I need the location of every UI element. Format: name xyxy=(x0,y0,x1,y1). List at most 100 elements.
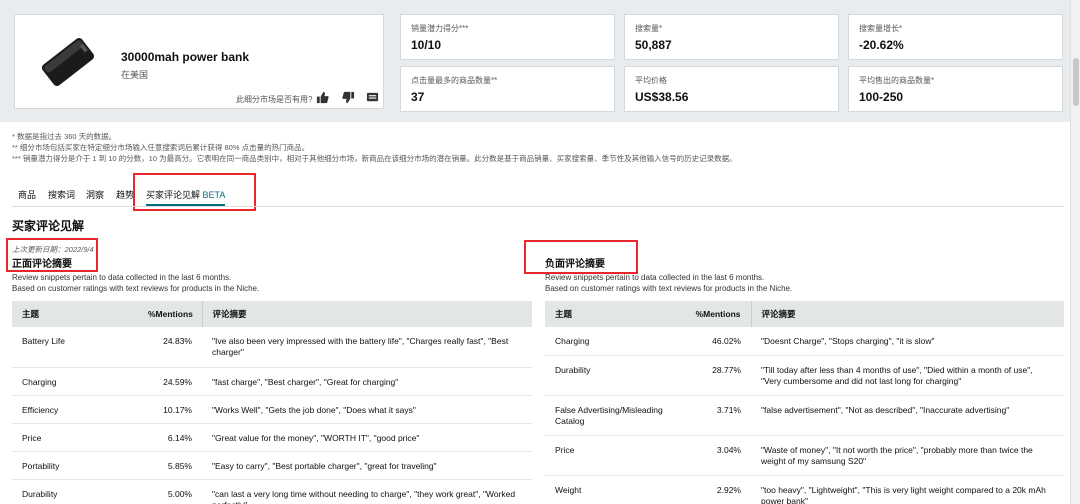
summary-cell: "Waste of money", "It not worth the pric… xyxy=(751,435,1064,476)
table-row: False Advertising/Misleading Catalog 3.7… xyxy=(545,395,1064,436)
thumbs-down-icon[interactable] xyxy=(341,90,355,104)
description-line: Review snippets pertain to data collecte… xyxy=(12,273,232,282)
scrollbar[interactable] xyxy=(1070,0,1080,504)
product-card: 30000mah power bank 在美国 此细分市场是否有用? xyxy=(14,14,384,109)
table-row: Portability 5.85% "Easy to carry", "Best… xyxy=(12,451,532,480)
metric-label: 销量潜力得分*** xyxy=(411,24,469,33)
summary-cell: "Great value for the money", "WORTH IT",… xyxy=(202,423,532,452)
metric-avg-units-sold: 平均售出的商品数量* 100-250 xyxy=(848,66,1063,112)
table-row: Battery Life 24.83% "Ive also been very … xyxy=(12,327,532,368)
col-summary: 评论摘要 xyxy=(750,301,1064,327)
table-row: Efficiency 10.17% "Works Well", "Gets th… xyxy=(12,395,532,424)
metric-value: 10/10 xyxy=(411,38,442,52)
thumbs-up-icon[interactable] xyxy=(315,90,329,104)
topic-cell: Battery Life xyxy=(12,327,138,368)
description-line: Review snippets pertain to data collecte… xyxy=(545,273,765,282)
summary-cell: "false advertisement", "Not as described… xyxy=(751,395,1064,436)
mentions-cell: 2.92% xyxy=(677,475,751,504)
topic-cell: Price xyxy=(545,435,677,476)
topic-cell: Charging xyxy=(545,327,677,356)
table-header-row: 主题 %Mentions 评论摘要 xyxy=(12,301,532,327)
metric-value: 100-250 xyxy=(859,90,904,104)
mentions-cell: 6.14% xyxy=(138,423,202,452)
tab-divider xyxy=(12,206,1064,207)
metric-label: 搜索量* xyxy=(635,24,663,33)
table-row: Durability 28.77% "Till today after less… xyxy=(545,355,1064,396)
power-bank-image xyxy=(41,37,95,87)
topic-cell: Portability xyxy=(12,451,138,480)
summary-cell: "Works Well", "Gets the job done", "Does… xyxy=(202,395,532,424)
scrollbar-thumb[interactable] xyxy=(1073,58,1079,106)
summary-cell: "Till today after less than 4 months of … xyxy=(751,355,1064,396)
section-title: 买家评论见解 xyxy=(12,219,85,233)
metric-label: 点击量最多的商品数量** xyxy=(411,76,498,85)
topic-cell: False Advertising/Misleading Catalog xyxy=(545,395,677,436)
topic-cell: Efficiency xyxy=(12,395,138,424)
mentions-cell: 28.77% xyxy=(677,355,751,396)
table-row: Charging 24.59% "fast charge", "Best cha… xyxy=(12,367,532,396)
mentions-cell: 24.59% xyxy=(138,367,202,396)
tab-search-terms[interactable]: 搜索词 xyxy=(48,188,75,201)
useful-question: 此细分市场是否有用? xyxy=(236,95,313,104)
footnote: *** 销量潜力得分是介于 1 到 10 的分数，10 为最高分。它表明在同一商… xyxy=(12,154,737,163)
metric-value: -20.62% xyxy=(859,38,904,52)
metric-label: 搜索量增长* xyxy=(859,24,903,33)
col-mentions[interactable]: %Mentions xyxy=(138,301,202,327)
table-row: Price 3.04% "Waste of money", "It not wo… xyxy=(545,435,1064,476)
mentions-cell: 10.17% xyxy=(138,395,202,424)
comment-icon[interactable] xyxy=(365,90,379,104)
description-line: Based on customer ratings with text revi… xyxy=(545,283,793,293)
mentions-cell: 46.02% xyxy=(677,327,751,356)
topic-cell: Charging xyxy=(12,367,138,396)
col-summary: 评论摘要 xyxy=(201,301,532,327)
summary-cell: "too heavy", "Lightweight", "This is ver… xyxy=(751,475,1064,504)
highlight-box-positive xyxy=(6,238,98,272)
mentions-cell: 5.00% xyxy=(138,479,202,504)
summary-cell: "Doesnt Charge", "Stops charging", "it i… xyxy=(751,327,1064,356)
topic-cell: Durability xyxy=(545,355,677,396)
footnote: ** 细分市场包括买家在特定细分市场输入任意搜索词后累计获得 80% 点击量的热… xyxy=(12,143,310,152)
mentions-cell: 5.85% xyxy=(138,451,202,480)
mentions-cell: 24.83% xyxy=(138,327,202,368)
table-header-row: 主题 %Mentions 评论摘要 xyxy=(545,301,1064,327)
metric-most-clicked: 点击量最多的商品数量** 37 xyxy=(400,66,615,112)
footnotes: * 数据是指过去 360 天的数据。 ** 细分市场包括买家在特定细分市场输入任… xyxy=(12,131,737,164)
topic-cell: Durability xyxy=(12,479,138,504)
summary-cell: "Ive also been very impressed with the b… xyxy=(202,327,532,368)
metric-search-growth: 搜索量增长* -20.62% xyxy=(848,14,1063,60)
metric-search-volume: 搜索量* 50,887 xyxy=(624,14,839,60)
mentions-cell: 3.71% xyxy=(677,395,751,436)
topic-cell: Price xyxy=(12,423,138,452)
metric-sales-potential: 销量潜力得分*** 10/10 xyxy=(400,14,615,60)
table-row: Charging 46.02% "Doesnt Charge", "Stops … xyxy=(545,327,1064,356)
col-mentions[interactable]: %Mentions xyxy=(677,301,751,327)
metric-label: 平均价格 xyxy=(635,76,667,85)
table-row: Price 6.14% "Great value for the money",… xyxy=(12,423,532,452)
negative-review-table: 主题 %Mentions 评论摘要 Charging 46.02% "Doesn… xyxy=(545,301,1064,504)
footnote: * 数据是指过去 360 天的数据。 xyxy=(12,132,117,141)
summary-cell: "fast charge", "Best charger", "Great fo… xyxy=(202,367,532,396)
topic-cell: Weight xyxy=(545,475,677,504)
col-topic[interactable]: 主题 xyxy=(12,301,138,327)
summary-cell: "can last a very long time without needi… xyxy=(202,479,532,504)
table-row: Durability 5.00% "can last a very long t… xyxy=(12,479,532,504)
table-row: Weight 2.92% "too heavy", "Lightweight",… xyxy=(545,475,1064,504)
summary-cell: "Easy to carry", "Best portable charger"… xyxy=(202,451,532,480)
positive-review-table: 主题 %Mentions 评论摘要 Battery Life 24.83% "I… xyxy=(12,301,532,504)
metric-label: 平均售出的商品数量* xyxy=(859,76,935,85)
col-topic[interactable]: 主题 xyxy=(545,301,677,327)
highlight-box-negative xyxy=(524,240,638,274)
mentions-cell: 3.04% xyxy=(677,435,751,476)
metric-value: US$38.56 xyxy=(635,90,689,104)
tab-insights[interactable]: 洞察 xyxy=(86,188,104,201)
description-line: Based on customer ratings with text revi… xyxy=(12,283,260,293)
product-region: 在美国 xyxy=(121,70,149,80)
tab-trends[interactable]: 趋势 xyxy=(116,188,134,201)
tab-products[interactable]: 商品 xyxy=(18,188,36,201)
metric-value: 50,887 xyxy=(635,38,672,52)
positive-description: Review snippets pertain to data collecte… xyxy=(12,273,259,294)
metric-value: 37 xyxy=(411,90,425,104)
metric-avg-price: 平均价格 US$38.56 xyxy=(624,66,839,112)
product-name: 30000mah power bank xyxy=(121,50,250,64)
negative-description: Review snippets pertain to data collecte… xyxy=(545,273,792,294)
